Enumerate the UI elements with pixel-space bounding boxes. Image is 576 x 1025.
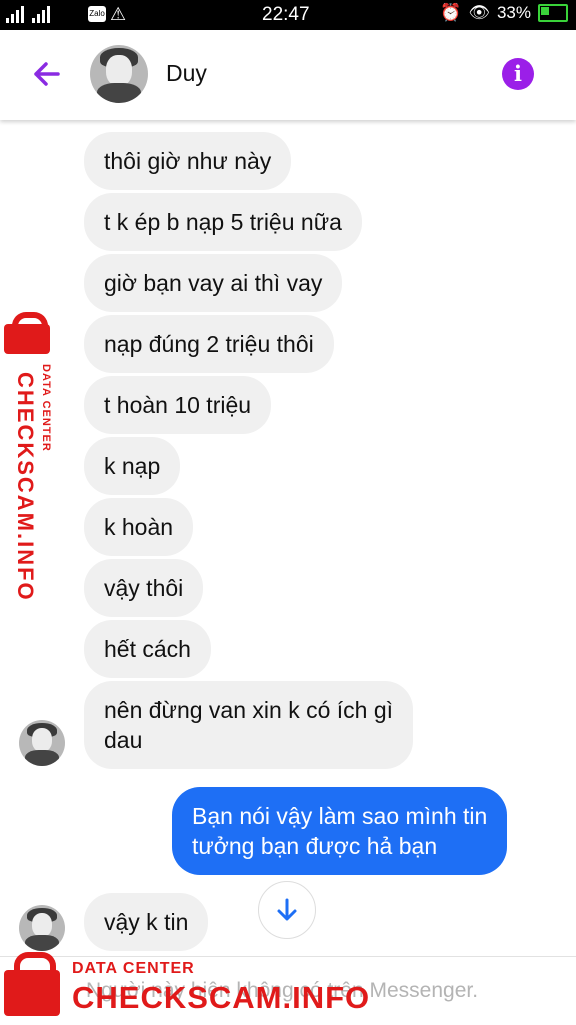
sender-avatar	[19, 905, 65, 951]
sender-avatar	[19, 720, 65, 766]
message-bubble[interactable]: thôi giờ như này	[84, 132, 292, 190]
battery-icon	[538, 4, 568, 22]
watermark-side-small: DATA CENTER	[40, 364, 52, 452]
clock: 22:47	[262, 4, 310, 25]
status-bar: Zalo ⚠ 22:47 ⏰ 👁 33%	[0, 0, 576, 30]
message-bubble[interactable]: k hoàn	[84, 498, 194, 556]
message-bubble[interactable]: vậy k tin	[84, 893, 209, 951]
lock-icon	[4, 970, 60, 1016]
alarm-icon: ⏰	[440, 3, 462, 22]
watermark-bottom-big: CHECKSCAM.INFO	[72, 980, 371, 1015]
message-bubble[interactable]: giờ bạn vay ai thì vay	[84, 254, 343, 312]
message-bubble[interactable]: t hoàn 10 triệu	[84, 376, 272, 434]
warning-icon: ⚠	[110, 4, 127, 24]
watermark-bottom-small: DATA CENTER	[72, 960, 195, 977]
back-arrow-icon[interactable]	[28, 56, 64, 92]
message-bubble[interactable]: hết cách	[84, 620, 211, 678]
chat-header: Duy i	[0, 30, 576, 120]
message-bubble[interactable]: k nạp	[84, 437, 181, 495]
scroll-down-button[interactable]	[258, 881, 316, 939]
contact-avatar[interactable]	[90, 45, 148, 103]
watermark-bottom: DATA CENTER CHECKSCAM.INFO	[4, 950, 424, 1020]
message-bubble[interactable]: nên đừng van xin k có ích gì dau	[84, 681, 414, 769]
watermark-side: CHECKSCAM.INFO DATA CENTER	[2, 312, 64, 602]
contact-name[interactable]: Duy	[166, 60, 207, 87]
message-bubble[interactable]: vậy thôi	[84, 559, 204, 617]
message-bubble[interactable]: t k ép b nạp 5 triệu nữa	[84, 193, 362, 251]
zalo-icon: Zalo	[88, 6, 106, 22]
eye-icon: 👁	[468, 3, 490, 22]
signal-icon	[6, 5, 50, 23]
battery-percent: 33%	[496, 3, 531, 22]
lock-icon	[4, 324, 50, 354]
info-icon[interactable]: i	[502, 58, 534, 90]
watermark-side-big: CHECKSCAM.INFO	[13, 372, 38, 602]
message-bubble[interactable]: nạp đúng 2 triệu thôi	[84, 315, 334, 373]
my-message-bubble[interactable]: Bạn nói vậy làm sao mình tin tưởng bạn đ…	[172, 787, 508, 875]
